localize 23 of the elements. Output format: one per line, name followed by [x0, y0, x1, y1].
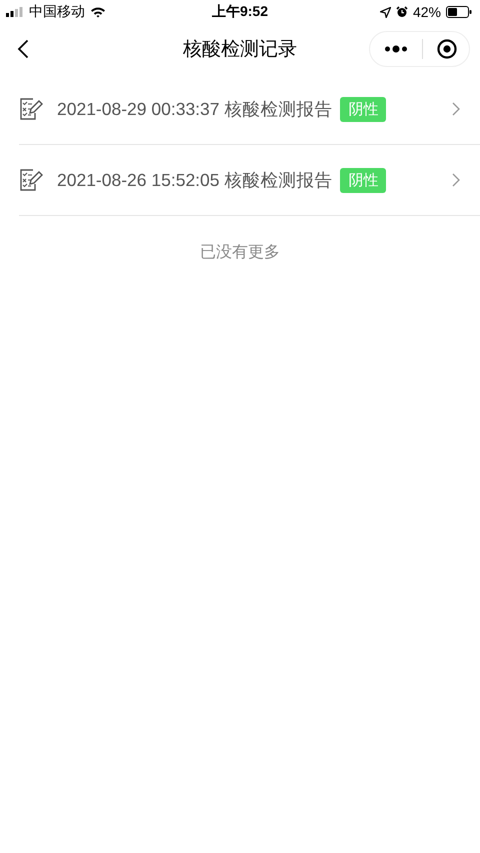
result-tag: 阴性: [340, 168, 386, 192]
location-arrow-icon: [380, 6, 391, 18]
chevron-right-icon: [452, 173, 460, 187]
signal-icon: [6, 7, 24, 17]
record-item[interactable]: 2021-08-29 00:33:37 核酸检测报告 阴性: [19, 74, 480, 145]
more-icon[interactable]: [384, 45, 408, 53]
chevron-right-icon: [452, 102, 460, 116]
report-edit-icon: [19, 98, 43, 120]
page-title: 核酸检测记录: [183, 38, 297, 62]
wifi-icon: [90, 6, 106, 18]
result-tag: 阴性: [340, 96, 386, 122]
report-edit-icon: [19, 169, 43, 191]
alarm-clock-icon: [396, 6, 408, 18]
battery-icon: [446, 6, 472, 18]
close-target-icon[interactable]: [437, 39, 457, 59]
no-more-text: 已没有更多: [199, 243, 281, 263]
record-item[interactable]: 2021-08-26 15:52:05 核酸检测报告 阴性: [19, 145, 480, 216]
battery-percent: 42%: [412, 4, 441, 20]
record-title: 2021-08-26 15:52:05 核酸检测报告: [57, 169, 332, 192]
back-icon[interactable]: [17, 39, 29, 59]
carrier-name: 中国移动: [29, 3, 85, 21]
record-title: 2021-08-29 00:33:37 核酸检测报告: [57, 98, 332, 121]
status-time: 上午9:52: [212, 3, 268, 21]
